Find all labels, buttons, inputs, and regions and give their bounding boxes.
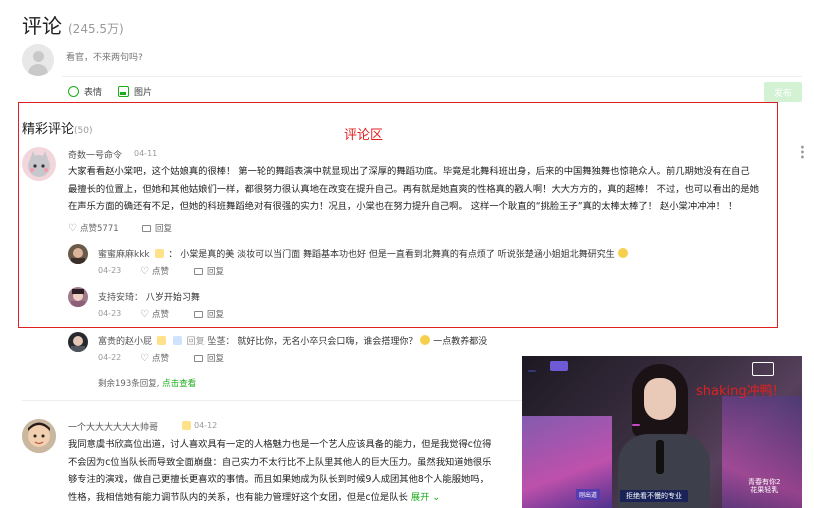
comments-header: 评论 (245.5万): [22, 10, 124, 39]
video-caption-left: 刚出道: [576, 489, 601, 500]
chevron-down-icon: ⌄: [429, 491, 441, 503]
reply-label: 回复: [155, 224, 173, 234]
heart-icon: ♡: [140, 265, 149, 277]
reply-button[interactable]: 回复: [142, 222, 172, 234]
emoji-icon: [420, 335, 431, 345]
reply-item: 富贵的赵小屁 回复 坠茎： 就好比你，无名小卒只会口嗨，谁会搭理你？ 一点教养都…: [98, 334, 487, 347]
page-root: 评论 (245.5万) 表情 图片 发布 精彩评论 (50) 奇数一号命令 04…: [0, 0, 814, 508]
comment-line: 够专注的演戏，做自己更擅长更喜欢的事情。而且如果她成为队长到时候9人成团其他8个…: [68, 474, 489, 485]
divider: [62, 76, 802, 77]
reply-label: 回复: [207, 310, 225, 320]
channel-logo-icon: [550, 361, 568, 371]
video-annotation: shaking冲鸭!: [696, 384, 778, 399]
like-button[interactable]: ♡ 点赞: [140, 308, 169, 320]
like-label: 点赞: [152, 310, 170, 320]
comment-body: 我同意虞书欣高位出道，讨人喜欢具有一定的人格魅力也是一个艺人应该具备的能力，但是…: [68, 436, 522, 506]
like-label: 点赞: [152, 354, 170, 364]
image-label: 图片: [134, 88, 153, 98]
level-badge-icon: [156, 336, 166, 345]
comment-icon: [194, 310, 203, 318]
reply-text: 小棠是真的美 淡妆可以当门面 舞蹈基本功也好 但是一直看到北舞真的有点烦了 听说…: [180, 250, 615, 260]
like-label: 点赞: [152, 267, 170, 277]
expand-link[interactable]: 展开: [411, 492, 430, 503]
avatar: [22, 44, 54, 76]
comment-line: 不会因为c位当队长而导致全面崩盘：自己实力不太行比不上队里其他人的巨大压力。虽然…: [68, 456, 492, 468]
comment-input[interactable]: [66, 44, 802, 72]
reply-button[interactable]: 回复: [194, 265, 224, 277]
like-label: 点赞5771: [80, 224, 119, 234]
like-button[interactable]: ♡ 点赞: [140, 352, 169, 364]
reply-text: 就好比你，无名小卒只会口嗨，谁会搭理你？: [237, 337, 418, 347]
brand-logo: 青春有你2 花果轻乳: [748, 478, 780, 494]
level-badge-icon: [154, 249, 164, 258]
comment-date: 04-12: [194, 421, 218, 430]
comment-body: 大家看看赵小棠吧，这个姑娘真的很棒！ 第一轮的舞蹈表演中就显现出了深厚的舞蹈功底…: [68, 163, 788, 216]
avatar[interactable]: [68, 244, 88, 264]
more-icon[interactable]: •••: [796, 144, 807, 159]
like-button[interactable]: ♡ 点赞: [140, 265, 169, 277]
reply-author[interactable]: 支持安琦：: [98, 293, 143, 303]
reply-target[interactable]: 坠茎：: [208, 337, 235, 347]
brand-bottom: 花果轻乳: [750, 486, 779, 494]
more-replies: 剩余193条回复, 点击查看: [98, 377, 196, 389]
emoji-label: 表情: [84, 88, 103, 98]
reply-author[interactable]: 富贵的赵小屁: [98, 337, 152, 347]
comment-author[interactable]: 一个大大大大大大帅哥: [68, 420, 158, 433]
comment-icon: [142, 224, 151, 232]
reply-author[interactable]: 蜜蜜麻麻kkk: [98, 250, 150, 260]
image-icon: [118, 86, 129, 97]
reply-button[interactable]: 回复: [194, 352, 224, 364]
comment-count: (245.5万): [68, 22, 124, 36]
comment-line: 在声乐方面的确还有不足，但她的科班舞蹈绝对有很强的实力！况且，小棠也在努力提升自…: [68, 201, 738, 212]
reply-text-after: 一点教养都没: [433, 337, 488, 347]
reply-label: 回复: [207, 267, 225, 277]
emoji-button[interactable]: 表情: [68, 85, 102, 98]
reply-date: 04-22: [98, 353, 122, 362]
reply-button[interactable]: 回复: [194, 308, 224, 320]
reply-label: 回复: [186, 337, 205, 347]
comment-line: 最擅长的位置上，但她和其他姑娘们一样，都很努力很认真地在改变在提升自己。再有就是…: [68, 183, 759, 195]
reply-text: 八岁开始习舞: [145, 293, 200, 303]
video-tag: [528, 370, 536, 372]
emoji-icon: [617, 248, 628, 258]
video-player[interactable]: 刚出道 拒绝看不慢的专业 青春有你2 花果轻乳 shaking冲鸭!: [522, 356, 802, 508]
avatar[interactable]: [68, 287, 88, 307]
heart-icon: ♡: [140, 352, 149, 364]
reply-item: 支持安琦： 八岁开始习舞: [98, 290, 200, 303]
comment-line: 大家看看赵小棠吧，这个姑娘真的很棒！ 第一轮的舞蹈表演中就显现出了深厚的舞蹈功底…: [68, 166, 750, 177]
more-replies-text: 剩余193条回复,: [98, 379, 160, 389]
level-badge-icon: [172, 336, 182, 345]
reply-item: 蜜蜜麻麻kkk ： 小棠是真的美 淡妆可以当门面 舞蹈基本功也好 但是一直看到北…: [98, 247, 628, 260]
like-button[interactable]: ♡ 点赞5771: [68, 222, 119, 234]
annotation-label: 评论区: [344, 128, 384, 143]
page-title: 评论: [22, 14, 62, 38]
section-title-text: 精彩评论: [22, 122, 75, 137]
comment-icon: [194, 354, 203, 362]
comment-icon: [194, 267, 203, 275]
reply-date: 04-23: [98, 266, 122, 275]
heart-icon: ♡: [140, 308, 149, 320]
avatar[interactable]: [22, 419, 56, 453]
comment-line: 性格，我相信她有能力调节队内的关系，也有能力管理好这个女团，但是c位是队长 展开…: [68, 489, 522, 507]
comment-line: 我同意虞书欣高位出道，讨人喜欢具有一定的人格魅力也是一个艺人应该具备的能力，但是…: [68, 439, 492, 450]
reply-label: 回复: [207, 354, 225, 364]
show-logo-icon: [752, 362, 774, 376]
brand-top: 青春有你2: [748, 478, 781, 486]
name-tag: [632, 424, 640, 426]
reply-date: 04-23: [98, 309, 122, 318]
heart-icon: ♡: [68, 222, 77, 234]
video-caption: 拒绝看不慢的专业: [620, 490, 688, 502]
section-count: (50): [74, 126, 93, 136]
avatar[interactable]: [68, 332, 88, 352]
smile-icon: [68, 86, 79, 97]
avatar[interactable]: [22, 147, 56, 181]
level-badge-icon: [182, 421, 191, 430]
image-button[interactable]: 图片: [118, 85, 152, 98]
view-more-link[interactable]: 点击查看: [162, 379, 196, 389]
comment-date: 04-11: [134, 149, 158, 158]
comment-author[interactable]: 奇数一号命令: [68, 148, 122, 161]
featured-comments-title: 精彩评论 (50): [22, 118, 93, 137]
comment-line-text: 性格，我相信她有能力调节队内的关系，也有能力管理好这个女团，但是c位是队长: [68, 491, 408, 503]
publish-button[interactable]: 发布: [764, 82, 802, 102]
